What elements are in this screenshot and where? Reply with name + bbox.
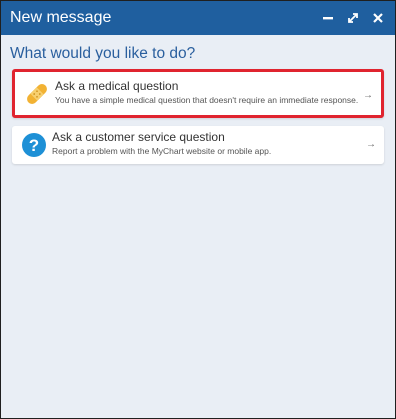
question-icon: ?	[22, 133, 46, 157]
option-description: Report a problem with the MyChart websit…	[52, 146, 272, 156]
close-button[interactable]	[367, 7, 389, 29]
minimize-icon	[323, 17, 333, 20]
option-title: Ask a medical question	[55, 79, 179, 93]
customer-service-question-option[interactable]: ? Ask a customer service question Report…	[12, 126, 384, 164]
expand-button[interactable]	[342, 7, 364, 29]
expand-icon	[348, 13, 358, 23]
new-message-window: New message What would you like to do? A…	[0, 0, 396, 419]
close-icon	[373, 13, 383, 23]
minimize-button[interactable]	[317, 7, 339, 29]
arrow-right-icon: →	[366, 139, 376, 150]
option-title: Ask a customer service question	[52, 130, 225, 144]
medical-question-option[interactable]: Ask a medical question You have a simple…	[12, 69, 384, 118]
message-options-panel: What would you like to do? Ask a medical…	[1, 35, 395, 418]
prompt-heading: What would you like to do?	[10, 45, 196, 62]
option-description: You have a simple medical question that …	[55, 95, 359, 105]
bandage-icon	[27, 84, 47, 104]
window-title: New message	[10, 9, 112, 26]
svg-text:?: ?	[29, 136, 39, 155]
title-bar: New message	[1, 1, 395, 35]
arrow-right-icon: →	[363, 90, 373, 101]
